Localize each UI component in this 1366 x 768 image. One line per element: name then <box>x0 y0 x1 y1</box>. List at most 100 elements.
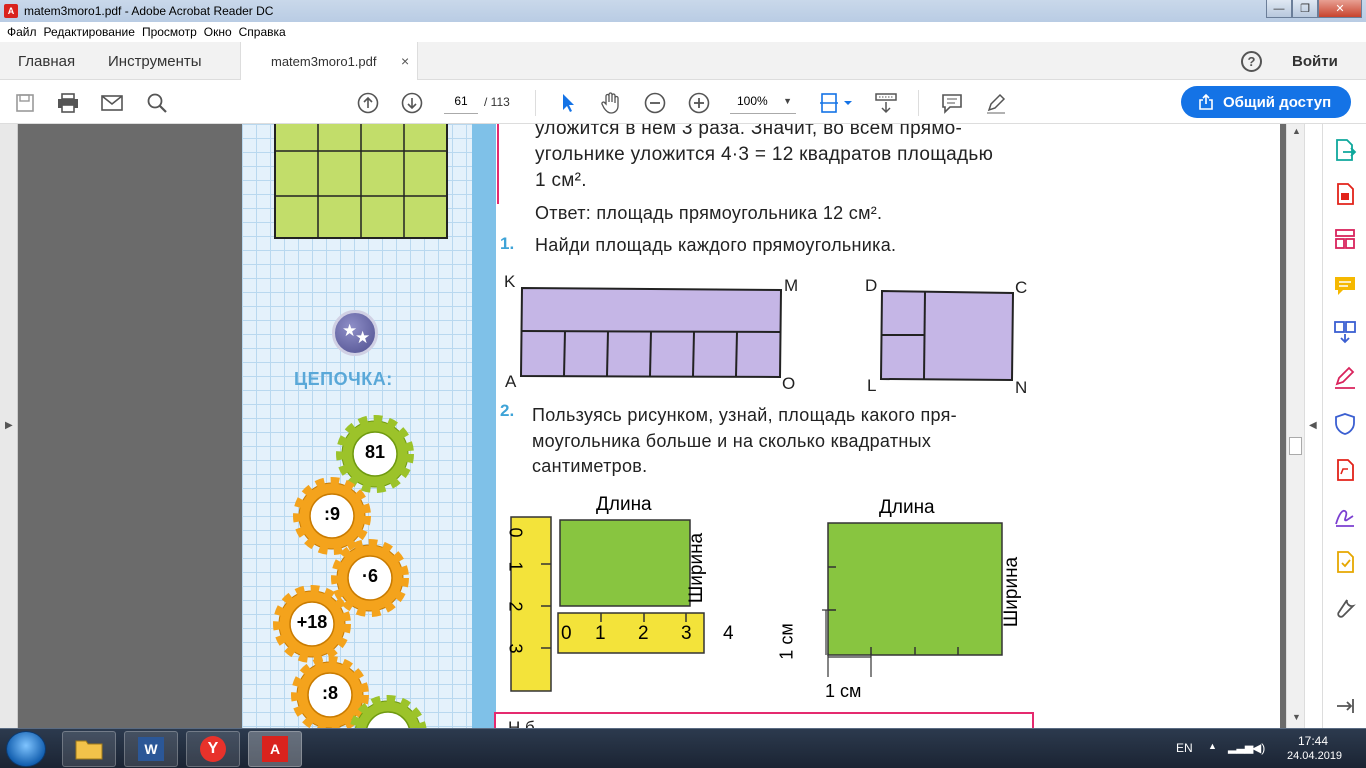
clock-time[interactable]: 17:44 <box>1298 734 1328 748</box>
width-label-small: Ширина <box>686 532 708 604</box>
gear-value-1: 81 <box>364 442 386 462</box>
prev-page-icon[interactable] <box>357 92 379 114</box>
menu-help[interactable]: Справка <box>239 25 286 39</box>
highlight-pen-icon[interactable] <box>985 92 1007 114</box>
share-button[interactable]: Общий доступ <box>1181 86 1351 118</box>
zoom-in-icon[interactable] <box>688 92 710 114</box>
length-label-small: Длина <box>596 494 652 515</box>
share-label: Общий доступ <box>1223 93 1332 111</box>
answer-line: Ответ: площадь прямоугольника 12 см². <box>535 203 883 223</box>
tabs-bar: Главная Инструменты matem3moro1.pdf × ? … <box>0 42 1366 80</box>
page-display-icon[interactable] <box>818 92 854 114</box>
bottom-box-text: Н б <box>508 718 535 728</box>
acrobat-taskbar-icon[interactable]: A <box>248 731 302 767</box>
menu-window[interactable]: Окно <box>204 25 232 39</box>
acrobat-window: A matem3moro1.pdf - Adobe Acrobat Reader… <box>0 0 1366 768</box>
text-line-1: уложится в нем 3 раза. Значит, во всем п… <box>535 124 963 139</box>
page-divider-stripe <box>472 124 496 728</box>
pink-rule <box>497 124 499 204</box>
label-c: C <box>1015 278 1028 297</box>
scroll-down-icon[interactable]: ▼ <box>1292 712 1301 722</box>
ruler-v-0: 0 <box>505 527 526 538</box>
explorer-taskbar-icon[interactable] <box>62 731 116 767</box>
edit-pdf-icon[interactable] <box>1333 458 1357 482</box>
acrobat-app-icon: A <box>4 4 18 18</box>
scroll-mode-icon[interactable] <box>875 92 897 114</box>
pdf-page: ★ ★ ЦЕПОЧКА: 81:9 ·6 +18:8 уложится в … <box>242 124 1280 728</box>
find-icon[interactable] <box>146 92 168 114</box>
more-tools-icon[interactable] <box>1333 596 1357 620</box>
collapse-pane-icon[interactable] <box>1333 694 1357 718</box>
right-panel-toggle[interactable]: ◀ <box>1304 124 1322 728</box>
label-k: K <box>504 272 516 291</box>
email-icon[interactable] <box>101 92 123 114</box>
volume-icon[interactable]: ◀) <box>1252 741 1265 755</box>
menu-file[interactable]: Файл <box>7 25 37 39</box>
tab-document[interactable]: matem3moro1.pdf × <box>240 42 418 80</box>
scroll-up-icon[interactable]: ▲ <box>1292 126 1301 136</box>
print-icon[interactable] <box>57 92 79 114</box>
scroll-thumb[interactable] <box>1289 437 1302 455</box>
network-icon[interactable]: ▂▃▅ <box>1228 741 1253 754</box>
page-total: / 113 <box>484 95 510 109</box>
task-2-number: 2. <box>500 401 515 420</box>
close-window-button[interactable]: ✕ <box>1318 0 1362 18</box>
task-2-line-1: Пользуясь рисунком, узнай, площадь каког… <box>532 405 957 425</box>
menu-edit[interactable]: Редактирование <box>44 25 135 39</box>
zoom-out-icon[interactable] <box>644 92 666 114</box>
title-bar: A matem3moro1.pdf - Adobe Acrobat Reader… <box>0 0 1366 22</box>
ruler-v-3: 3 <box>505 643 526 654</box>
vertical-scrollbar[interactable]: ▲ ▼ <box>1286 124 1304 728</box>
ruler-figure-small <box>510 516 705 692</box>
organize-pages-icon[interactable] <box>1333 227 1357 251</box>
help-icon[interactable]: ? <box>1241 51 1262 72</box>
signin-button[interactable]: Войти <box>1292 53 1338 70</box>
next-page-icon[interactable] <box>401 92 423 114</box>
save-icon[interactable] <box>14 92 36 114</box>
toolbar <box>0 80 1366 124</box>
page-number-input[interactable]: 61 <box>444 88 478 114</box>
collapse-right-icon: ◀ <box>1309 420 1317 431</box>
label-l: L <box>867 376 877 395</box>
send-for-signature-icon[interactable] <box>1333 504 1357 528</box>
hand-tool-icon[interactable] <box>600 92 622 114</box>
close-tab-icon[interactable]: × <box>401 53 409 69</box>
send-for-review-icon[interactable] <box>1333 550 1357 574</box>
grid-rectangle-figure <box>274 124 448 239</box>
combine-files-icon[interactable] <box>1333 320 1357 344</box>
comment-icon[interactable] <box>941 92 963 114</box>
export-pdf-icon[interactable] <box>1333 138 1357 162</box>
language-indicator[interactable]: EN <box>1176 741 1193 755</box>
bottom-info-box: Н б <box>494 712 1034 728</box>
share-icon <box>1199 94 1213 110</box>
zoom-select[interactable]: 100% ▼ <box>730 88 796 114</box>
protect-icon[interactable] <box>1333 412 1357 436</box>
chevron-down-icon: ▼ <box>783 96 792 106</box>
minimize-button[interactable]: — <box>1266 0 1292 18</box>
width-label-large: Ширина <box>1001 556 1023 628</box>
window-title: matem3moro1.pdf - Adobe Acrobat Reader D… <box>24 4 274 18</box>
stars-badge-icon: ★ ★ <box>332 310 378 356</box>
tray-expand-icon[interactable]: ▲ <box>1208 741 1217 751</box>
word-taskbar-icon[interactable]: W <box>124 731 178 767</box>
fill-sign-icon[interactable] <box>1333 366 1357 390</box>
clock-date[interactable]: 24.04.2019 <box>1287 750 1342 762</box>
text-line-2: угольнике уложится 4·3 = 12 квадратов пл… <box>535 144 994 165</box>
large-rectangle-figure <box>822 522 1003 677</box>
left-panel-toggle[interactable]: ▶ <box>0 124 18 728</box>
gear-value-5: :8 <box>321 683 338 703</box>
maximize-button[interactable]: ❐ <box>1292 0 1318 18</box>
one-cm-vertical: 1 см <box>776 623 797 660</box>
label-d: D <box>865 276 878 295</box>
menu-bar: Файл Редактирование Просмотр Окно Справк… <box>0 22 1366 42</box>
create-pdf-icon[interactable] <box>1333 182 1357 206</box>
select-tool-icon[interactable] <box>557 92 579 114</box>
menu-view[interactable]: Просмотр <box>142 25 197 39</box>
comment-tool-icon[interactable] <box>1333 274 1357 298</box>
start-button[interactable] <box>6 731 46 767</box>
windows-taskbar: W Y A EN ▲ ▂▃▅ ◀) 17:44 24.04.2019 <box>0 728 1366 768</box>
yandex-taskbar-icon[interactable]: Y <box>186 731 240 767</box>
ruler-h-4: 4 <box>723 623 734 644</box>
tab-tools[interactable]: Инструменты <box>108 53 202 70</box>
tab-home[interactable]: Главная <box>18 53 75 70</box>
